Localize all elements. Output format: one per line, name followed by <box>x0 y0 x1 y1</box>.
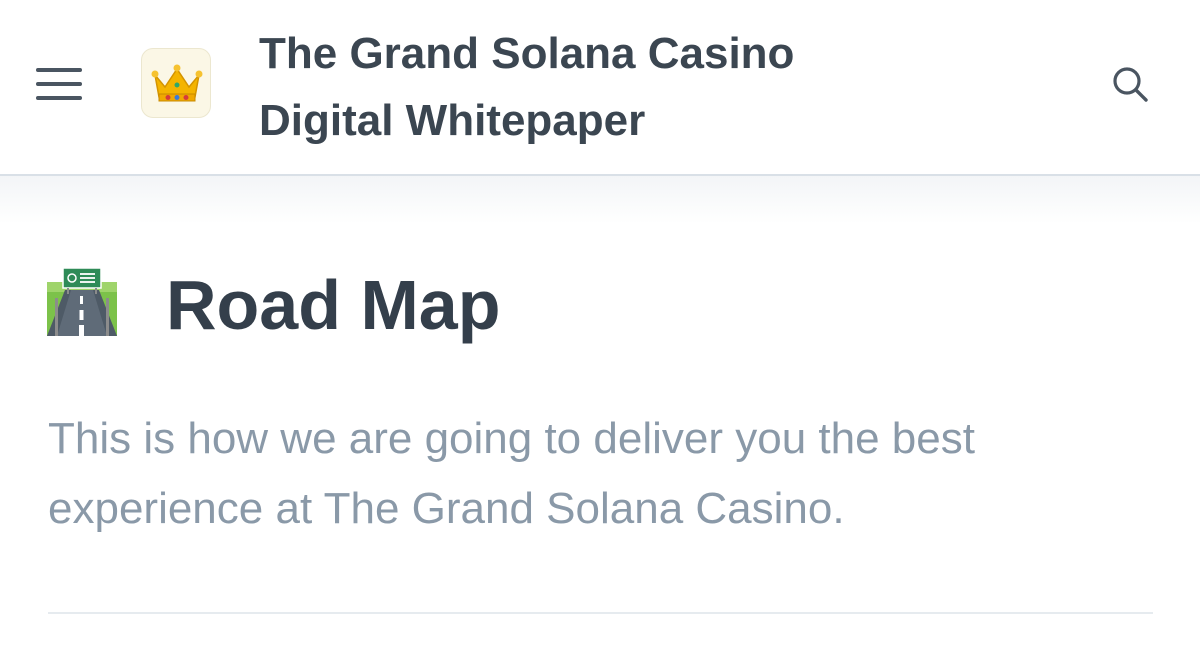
site-title-line-1: The Grand Solana Casino <box>259 29 795 78</box>
site-title-line-2: Digital Whitepaper <box>259 96 646 145</box>
search-icon <box>1113 67 1148 102</box>
menu-icon-bar <box>36 68 82 72</box>
menu-icon-bar <box>36 82 82 86</box>
page-description: This is how we are going to deliver you … <box>48 414 975 533</box>
search-button[interactable] <box>1108 62 1152 106</box>
crown-icon <box>151 64 203 102</box>
header-shadow <box>0 176 1200 224</box>
site-title[interactable]: The Grand Solana Casino Digital Whitepap… <box>259 20 959 154</box>
page-title: Road Map <box>166 266 501 344</box>
motorway-icon <box>47 268 117 336</box>
menu-button[interactable] <box>36 68 82 102</box>
menu-icon-bar <box>36 96 82 100</box>
section-divider <box>48 612 1153 614</box>
site-logo[interactable] <box>141 48 211 118</box>
top-header: The Grand Solana Casino Digital Whitepap… <box>0 0 1200 176</box>
